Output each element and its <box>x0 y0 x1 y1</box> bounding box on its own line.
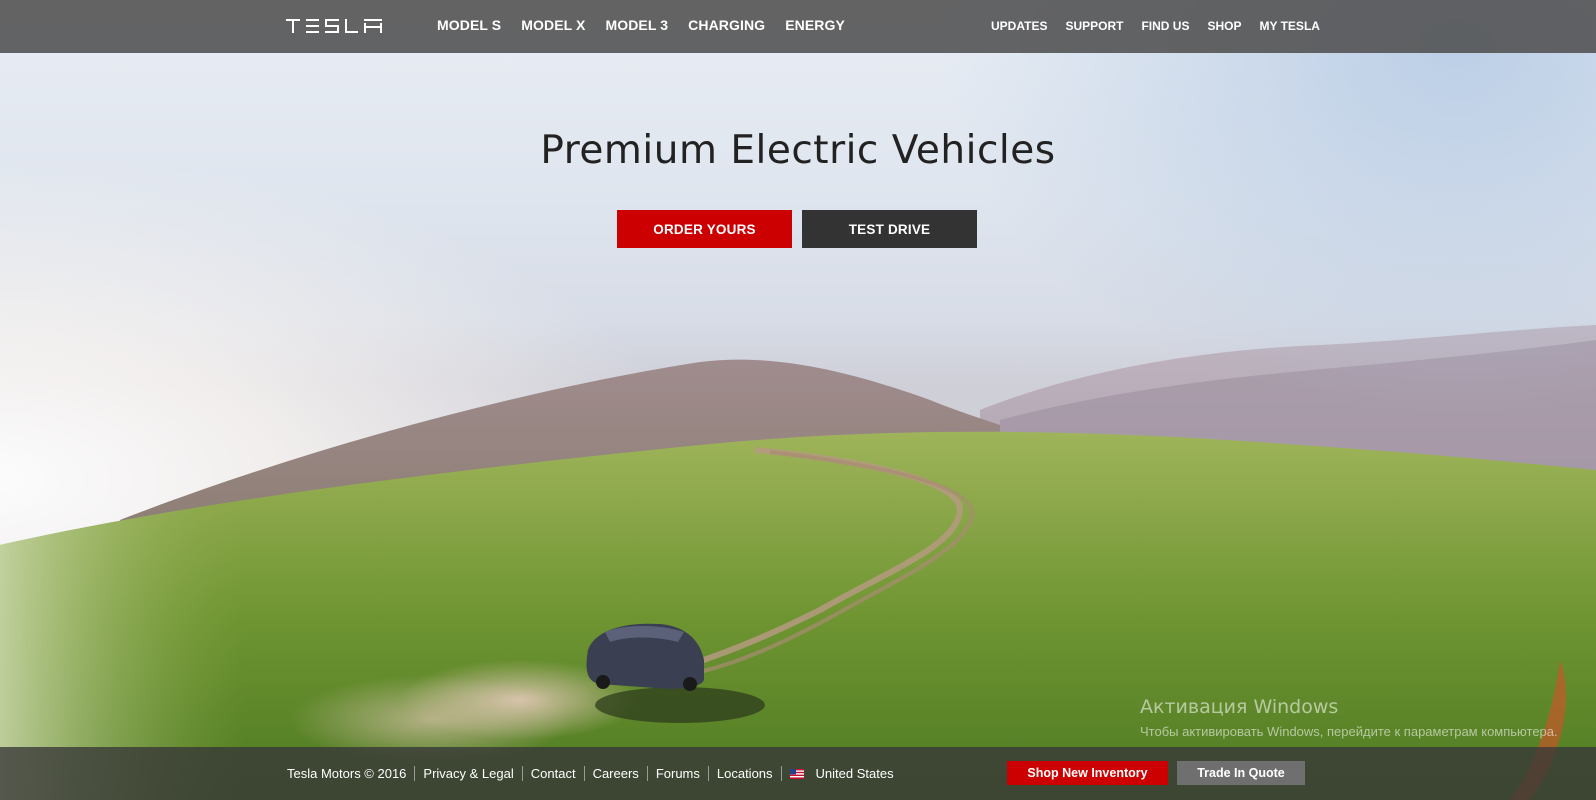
tesla-logo[interactable] <box>286 17 386 35</box>
footer-divider <box>707 766 709 781</box>
nav-model-x[interactable]: MODEL X <box>521 0 585 53</box>
nav-my-tesla[interactable]: MY TESLA <box>1259 0 1319 53</box>
footer-divider <box>646 766 648 781</box>
shop-new-inventory-button[interactable]: Shop New Inventory <box>1007 761 1168 785</box>
nav-shop[interactable]: SHOP <box>1207 0 1241 53</box>
nav-support[interactable]: SUPPORT <box>1065 0 1123 53</box>
nav-model-3[interactable]: MODEL 3 <box>605 0 668 53</box>
test-drive-button[interactable]: TEST DRIVE <box>802 210 977 248</box>
nav-find-us[interactable]: FIND US <box>1141 0 1189 53</box>
watermark-title: Активация Windows <box>1140 696 1339 718</box>
nav-energy[interactable]: ENERGY <box>785 0 845 53</box>
region-selector[interactable]: United States <box>816 766 894 781</box>
footer-link-contact[interactable]: Contact <box>531 766 576 781</box>
footer-link-careers[interactable]: Careers <box>593 766 639 781</box>
footer: Tesla Motors © 2016 Privacy & Legal Cont… <box>0 747 1596 800</box>
hero-headline: Premium Electric Vehicles <box>540 128 1056 173</box>
us-flag-icon[interactable] <box>789 768 804 779</box>
footer-divider <box>780 766 782 781</box>
trade-in-quote-button[interactable]: Trade In Quote <box>1177 761 1305 785</box>
footer-link-forums[interactable]: Forums <box>656 766 700 781</box>
footer-links: Tesla Motors © 2016 Privacy & Legal Cont… <box>287 747 894 800</box>
footer-divider <box>521 766 523 781</box>
copyright-text: Tesla Motors © 2016 <box>287 766 407 781</box>
top-navigation: MODEL S MODEL X MODEL 3 CHARGING ENERGY … <box>0 0 1596 53</box>
utility-nav: UPDATES SUPPORT FIND US SHOP MY TESLA <box>991 0 1338 53</box>
footer-divider <box>583 766 585 781</box>
landscape-image <box>0 325 1596 800</box>
windows-activation-watermark: Активация Windows Чтобы активировать Win… <box>1140 696 1560 742</box>
footer-divider <box>414 766 416 781</box>
footer-link-privacy[interactable]: Privacy & Legal <box>423 766 513 781</box>
main-nav: MODEL S MODEL X MODEL 3 CHARGING ENERGY <box>437 0 865 53</box>
nav-model-s[interactable]: MODEL S <box>437 0 501 53</box>
watermark-body: Чтобы активировать Windows, перейдите к … <box>1140 724 1558 739</box>
order-yours-button[interactable]: ORDER YOURS <box>617 210 792 248</box>
footer-link-locations[interactable]: Locations <box>717 766 773 781</box>
nav-updates[interactable]: UPDATES <box>991 0 1047 53</box>
nav-charging[interactable]: CHARGING <box>688 0 765 53</box>
hero-background <box>0 0 1596 800</box>
